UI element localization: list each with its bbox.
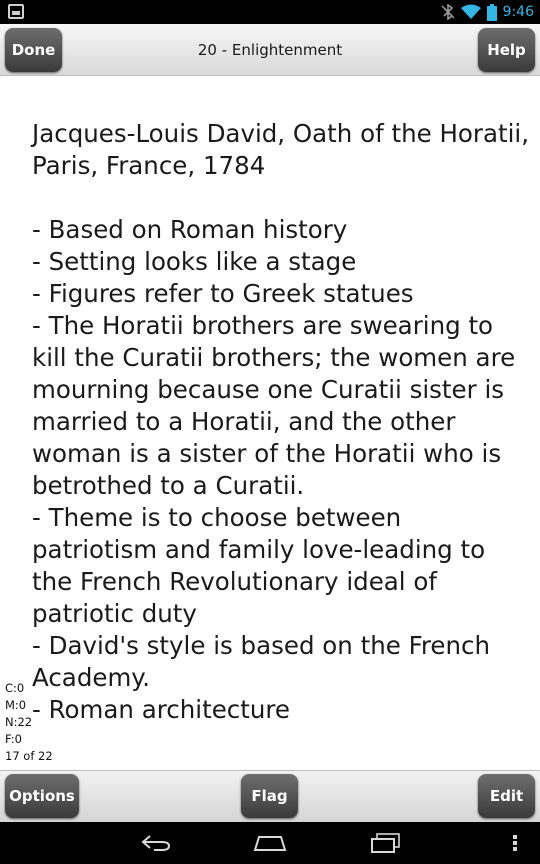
help-button[interactable]: Help (478, 28, 535, 72)
back-button[interactable] (128, 822, 184, 864)
options-button[interactable]: Options (5, 774, 79, 818)
bluetooth-off-icon (441, 4, 455, 20)
card-answer-text[interactable]: Jacques-Louis David, Oath of the Horatii… (32, 118, 532, 726)
overflow-menu-icon (513, 835, 517, 851)
done-button[interactable]: Done (5, 28, 62, 72)
missed-count: M:0 (5, 698, 27, 712)
battery-icon (486, 3, 497, 21)
home-icon (253, 836, 287, 851)
wifi-icon (460, 4, 481, 19)
recent-apps-button[interactable] (358, 822, 414, 864)
edit-button[interactable]: Edit (478, 774, 535, 818)
system-nav-bar (0, 822, 540, 864)
correct-count: C:0 (5, 681, 25, 695)
card-stats: C:0 M:0 N:22 F:0 17 of 22 (5, 680, 53, 765)
recent-apps-icon (371, 833, 400, 853)
new-count: N:22 (5, 715, 33, 729)
header-bar: Done 20 - Enlightenment Help (0, 24, 540, 76)
status-bar: 9:46 (0, 0, 540, 24)
back-icon (141, 835, 171, 851)
status-icons: 9:46 (441, 0, 534, 24)
notification-app-icon (8, 4, 24, 19)
flagged-count: F:0 (5, 732, 22, 746)
clock: 9:46 (502, 4, 534, 20)
overflow-menu-button[interactable] (500, 822, 530, 864)
deck-title: 20 - Enlightenment (197, 41, 343, 59)
flag-button[interactable]: Flag (241, 774, 298, 818)
bottom-toolbar: Options Flag Edit (0, 770, 540, 822)
card-position: 17 of 22 (5, 749, 53, 763)
home-button[interactable] (242, 822, 298, 864)
